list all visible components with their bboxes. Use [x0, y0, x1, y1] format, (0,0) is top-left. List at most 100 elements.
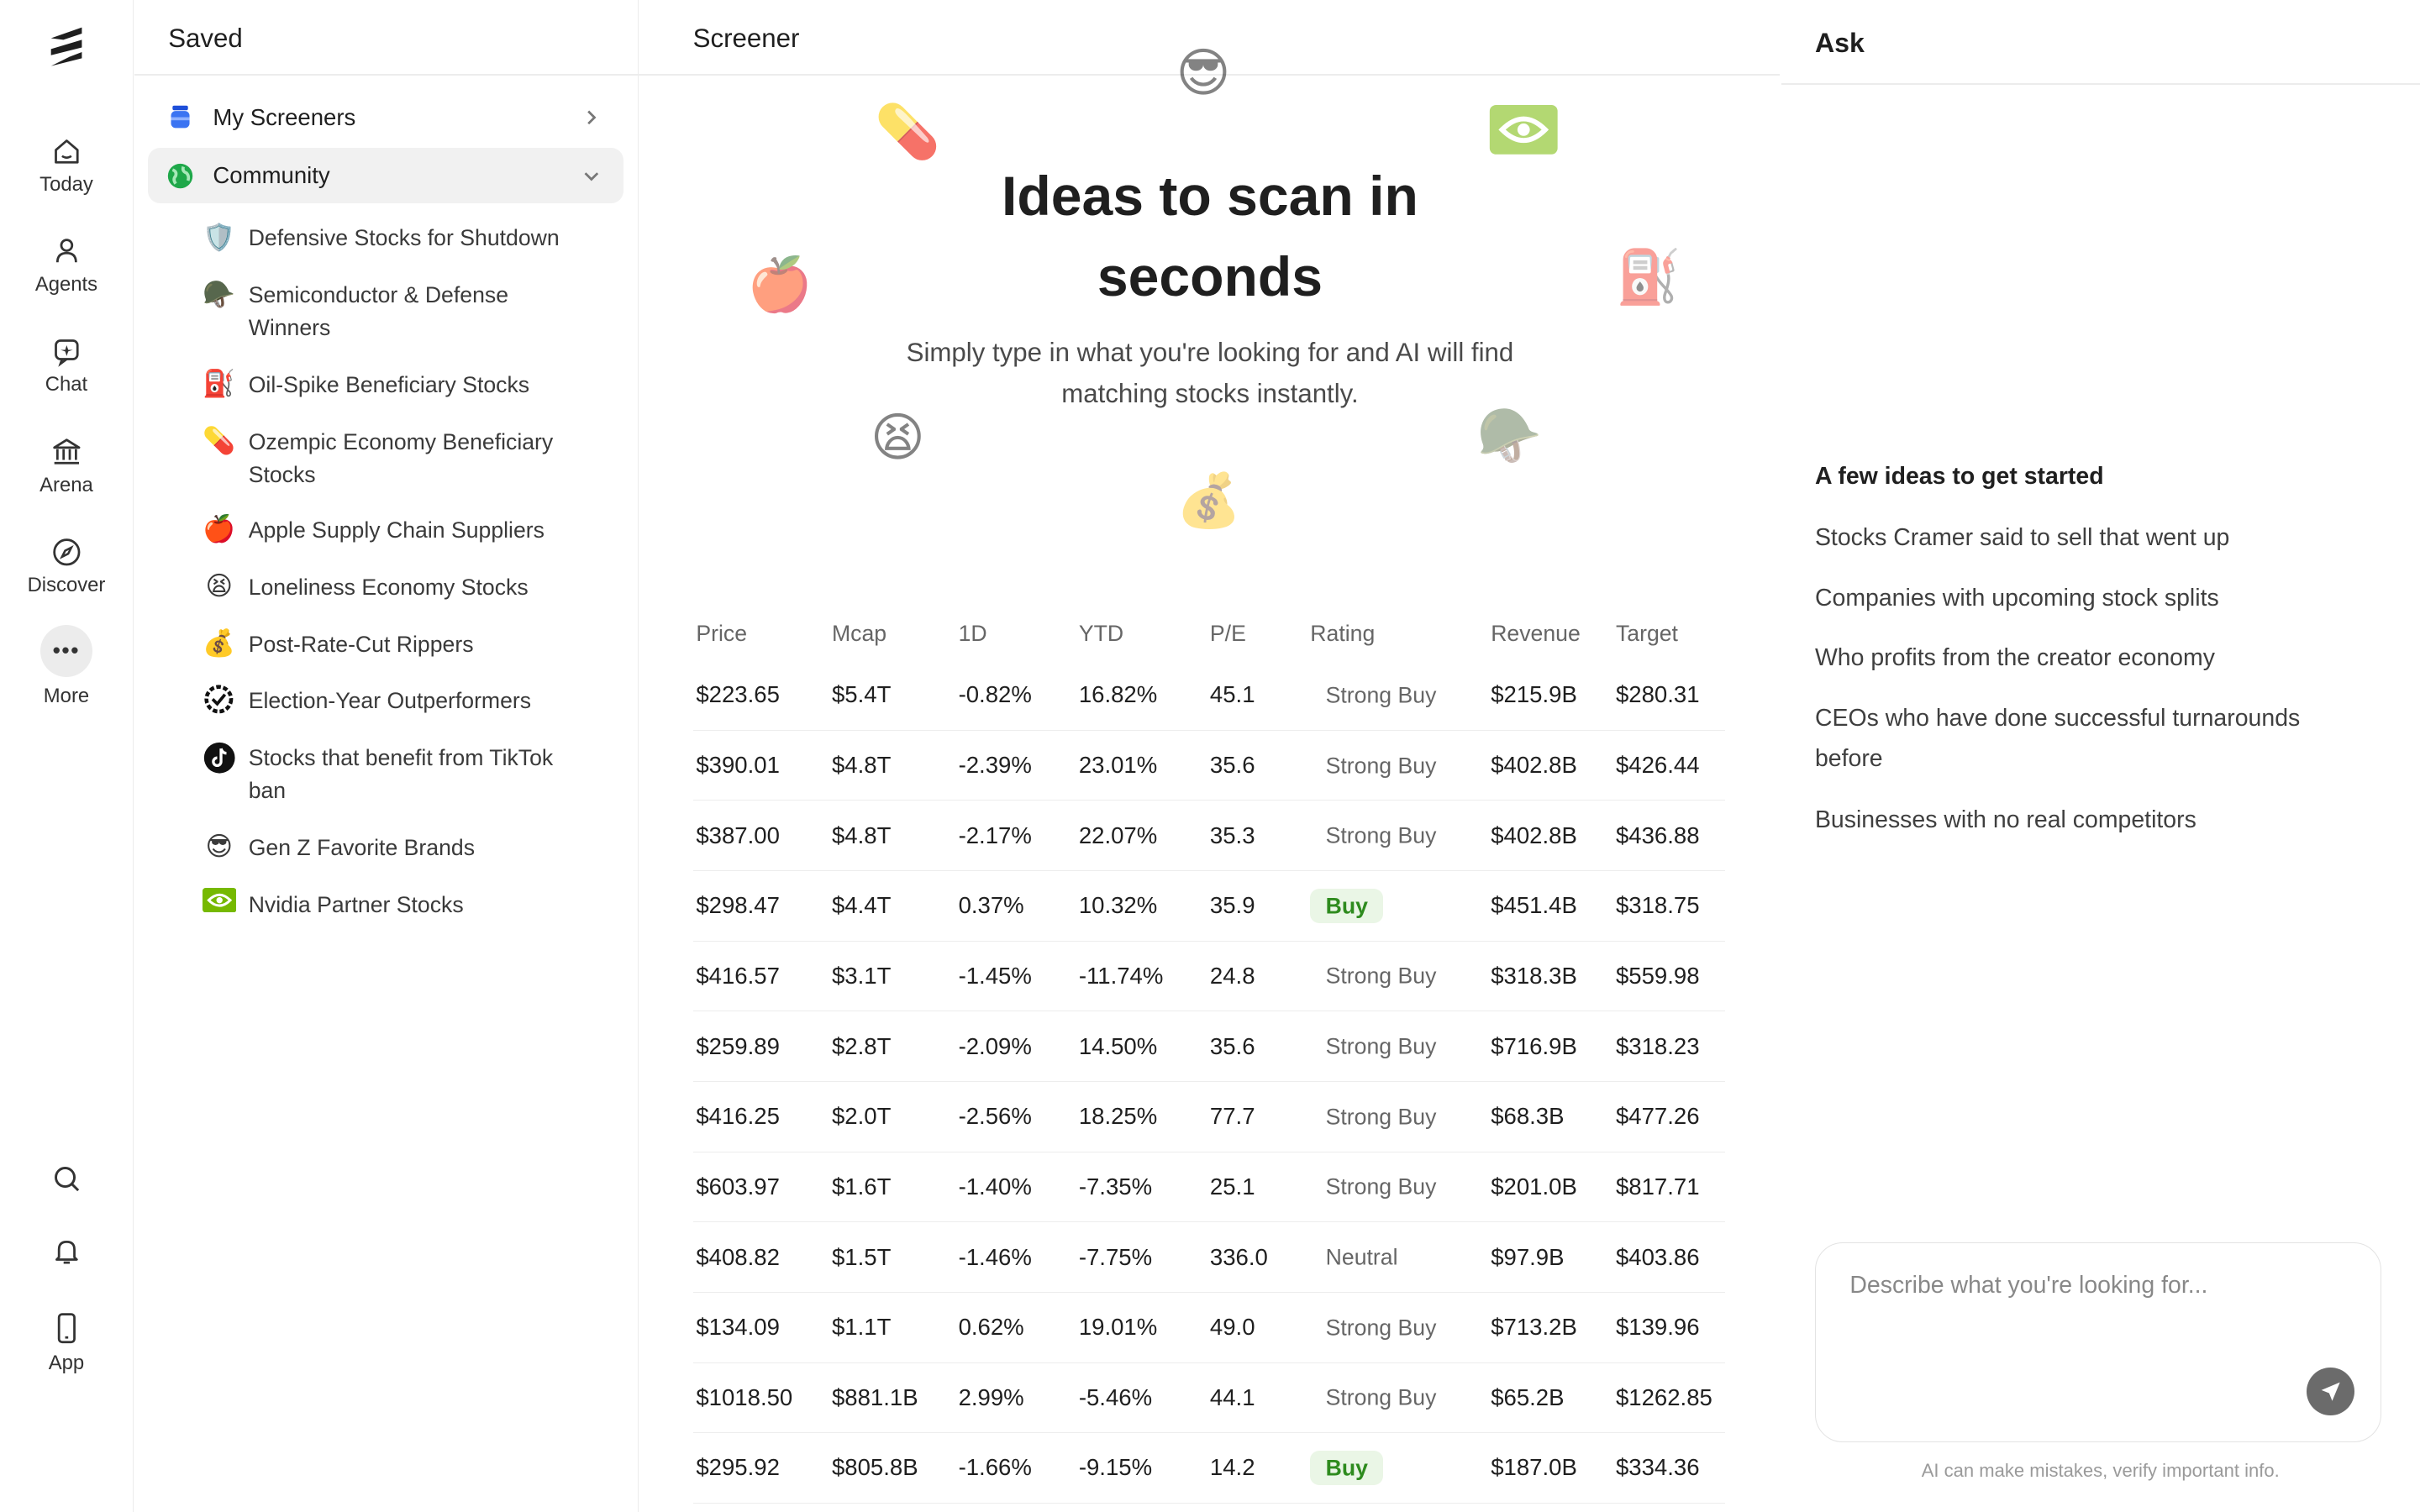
- ytd-cell: 23.01%: [1076, 730, 1207, 801]
- column-header[interactable]: Mcap: [829, 608, 955, 660]
- rating-cell: Buy: [1307, 1432, 1488, 1504]
- community-item[interactable]: 💰 Post-Rate-Cut Rippers: [203, 628, 588, 661]
- send-button[interactable]: [2307, 1368, 2354, 1416]
- table-row[interactable]: $223.65 $5.4T -0.82% 16.82% 45.1 Strong Buy $2…: [692, 660, 1726, 731]
- idea-suggestion[interactable]: Companies with upcoming stock splits: [1815, 579, 2355, 619]
- table-row[interactable]: $259.89 $2.8T -2.09% 14.50% 35.6 Strong Buy $7…: [692, 1011, 1726, 1082]
- column-header[interactable]: Revenue: [1488, 608, 1613, 660]
- saved-title: Saved: [168, 23, 243, 53]
- column-header[interactable]: Rating: [1307, 608, 1488, 660]
- table-row[interactable]: $1018.50 $881.1B 2.99% -5.46% 44.1 Strong Buy…: [692, 1362, 1726, 1434]
- screener-table: Price Mcap 1D YTD P/E Rating Revenue Tar…: [692, 608, 1726, 1504]
- group-community[interactable]: Community: [148, 148, 623, 204]
- d1-cell: 2.99%: [955, 1362, 1076, 1434]
- target-cell: $139.96: [1612, 1292, 1726, 1363]
- ask-input[interactable]: [1846, 1270, 2347, 1302]
- d1-cell: -0.82%: [955, 660, 1076, 731]
- rating-cell: Strong Buy: [1307, 800, 1488, 872]
- column-header[interactable]: Target: [1612, 608, 1725, 660]
- nav-chat[interactable]: Chat: [0, 336, 133, 396]
- ytd-cell: 22.07%: [1076, 800, 1207, 872]
- pe-cell: 35.6: [1207, 1011, 1307, 1082]
- group-my-screeners[interactable]: My Screeners: [148, 90, 623, 145]
- ytd-cell: 18.25%: [1076, 1081, 1207, 1152]
- table-row[interactable]: $295.92 $805.8B -1.66% -9.15% 14.2 Buy $187.0B…: [692, 1432, 1726, 1504]
- hero-title: Ideas to scan in seconds: [1001, 165, 1418, 308]
- phone-icon: [57, 1313, 76, 1344]
- pe-cell: 35.6: [1207, 730, 1307, 801]
- rating-cell: Strong Buy: [1307, 1362, 1488, 1434]
- community-item[interactable]: 😎 Gen Z Favorite Brands: [203, 832, 588, 864]
- mcap-cell: $2.8T: [829, 1011, 955, 1082]
- idea-suggestion[interactable]: Businesses with no real competitors: [1815, 801, 2355, 841]
- ytd-cell: 16.82%: [1076, 660, 1207, 731]
- brand-logo[interactable]: [48, 24, 85, 67]
- chevron-right-icon: [587, 110, 597, 124]
- hero-subtitle: Simply type in what you're looking for a…: [906, 337, 1514, 409]
- pill-icon: 💊: [203, 426, 236, 456]
- column-header[interactable]: 1D: [955, 608, 1076, 660]
- community-item-label: Nvidia Partner Stocks: [248, 891, 464, 917]
- table-header-row: Price Mcap 1D YTD P/E Rating Revenue Tar…: [693, 608, 1726, 660]
- community-item[interactable]: 🛡️ Defensive Stocks for Shutdown: [203, 222, 588, 255]
- nav-app[interactable]: App: [0, 1311, 133, 1375]
- table-row[interactable]: $603.97 $1.6T -1.40% -7.35% 25.1 Strong Buy $2…: [692, 1152, 1726, 1223]
- ytd-cell: -11.74%: [1076, 941, 1207, 1012]
- target-cell: $436.88: [1612, 800, 1726, 872]
- search-button[interactable]: [0, 1163, 133, 1200]
- community-item[interactable]: Nvidia Partner Stocks: [202, 887, 588, 921]
- tired-face-icon: 😫: [205, 570, 234, 601]
- revenue-cell: $97.9B: [1487, 1221, 1613, 1293]
- ideas-heading: A few ideas to get started: [1814, 463, 2104, 490]
- table-row[interactable]: $416.25 $2.0T -2.56% 18.25% 77.7 Strong Buy $6…: [692, 1081, 1726, 1152]
- more-icon: •••: [39, 624, 93, 678]
- community-item[interactable]: Stocks that benefit from TikTok ban: [203, 742, 588, 806]
- screener-jar-icon: [171, 105, 190, 129]
- column-header[interactable]: P/E: [1207, 608, 1307, 660]
- rating-badge: Buy: [1310, 888, 1384, 923]
- tank-deco-icon: 🪖: [1476, 407, 1543, 466]
- rating-cell: Strong Buy: [1307, 941, 1488, 1012]
- table-row[interactable]: $408.82 $1.5T -1.46% -7.75% 336.0 Neutral $97.…: [692, 1221, 1726, 1293]
- idea-suggestion[interactable]: Stocks Cramer said to sell that went up: [1815, 518, 2355, 559]
- table-row[interactable]: $387.00 $4.8T -2.17% 22.07% 35.3 Strong Buy $4…: [692, 800, 1726, 872]
- target-cell: $318.23: [1612, 1011, 1726, 1082]
- table-row[interactable]: $416.57 $3.1T -1.45% -11.74% 24.8 Strong Buy $…: [692, 941, 1726, 1012]
- community-item[interactable]: 🪖 Semiconductor & Defense Winners: [203, 279, 588, 344]
- column-header[interactable]: Price: [693, 608, 829, 660]
- ytd-cell: 19.01%: [1076, 1292, 1207, 1363]
- idea-suggestion[interactable]: Who profits from the creator economy: [1815, 638, 2355, 679]
- nav-today[interactable]: Today: [0, 136, 133, 197]
- rating-badge: Strong Buy: [1325, 1384, 1437, 1410]
- search-icon: [54, 1166, 79, 1192]
- nav-label: App: [48, 1351, 85, 1374]
- nav-discover[interactable]: Discover: [0, 537, 133, 597]
- nav-more[interactable]: ••• More: [0, 624, 133, 709]
- community-item[interactable]: 💊 Ozempic Economy Beneficiary Stocks: [203, 426, 588, 491]
- revenue-cell: $318.3B: [1487, 941, 1613, 1012]
- ytd-cell: -9.15%: [1076, 1432, 1207, 1504]
- rating-badge: Neutral: [1325, 1244, 1398, 1270]
- pe-cell: 25.1: [1207, 1152, 1307, 1223]
- column-header[interactable]: YTD: [1076, 608, 1207, 660]
- globe-icon: [168, 163, 193, 189]
- compass-icon: [52, 538, 81, 566]
- nav-arena[interactable]: Arena: [0, 437, 133, 497]
- nav-agents[interactable]: Agents: [0, 236, 133, 297]
- table-row[interactable]: $134.09 $1.1T 0.62% 19.01% 49.0 Strong Buy $71…: [692, 1292, 1726, 1363]
- idea-suggestion[interactable]: CEOs who have done successful turnaround…: [1815, 699, 2355, 780]
- rating-cell: Strong Buy: [1307, 1292, 1488, 1363]
- community-item[interactable]: 🍎 Apple Supply Chain Suppliers: [203, 514, 588, 547]
- target-cell: $334.36: [1612, 1432, 1726, 1504]
- table-row[interactable]: $298.47 $4.4T 0.37% 10.32% 35.9 Buy $451.4B $31…: [692, 870, 1726, 942]
- community-item-label: Gen Z Favorite Brands: [248, 834, 476, 860]
- pe-cell: 45.1: [1207, 660, 1307, 731]
- notifications-button[interactable]: [0, 1236, 133, 1273]
- table-row[interactable]: $390.01 $4.8T -2.39% 23.01% 35.6 Strong Buy $4…: [692, 730, 1726, 801]
- mcap-cell: $1.1T: [829, 1292, 955, 1363]
- community-item[interactable]: ⛽ Oil-Spike Beneficiary Stocks: [203, 369, 588, 402]
- rating-badge: Strong Buy: [1325, 822, 1437, 848]
- community-item[interactable]: Election-Year Outperformers: [203, 685, 588, 717]
- nav-label: Discover: [27, 574, 106, 597]
- community-item[interactable]: 😫 Loneliness Economy Stocks: [203, 571, 588, 604]
